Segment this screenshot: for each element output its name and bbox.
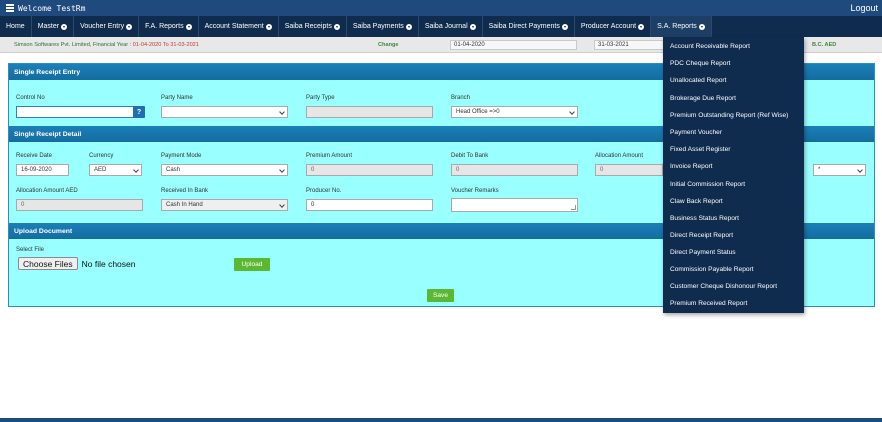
fy-from-date[interactable]: 01-04-2020 (450, 40, 577, 50)
receive-date-input[interactable]: 16-09-2020 (16, 164, 69, 176)
currency-label: Currency (89, 153, 114, 159)
upload-button[interactable]: Upload (234, 258, 270, 271)
nav-label: S.A. Reports (657, 23, 697, 30)
no-file-chosen-text: No file chosen (81, 258, 136, 269)
nav-saiba-direct-payments[interactable]: Saiba Direct Payments (483, 16, 575, 37)
nav-label: Producer Account (580, 23, 637, 30)
nav-label: Saiba Payments (352, 23, 404, 30)
top-bar: Welcome TestRm Logout (0, 0, 882, 16)
premium-amount-input[interactable]: 0 (306, 164, 433, 176)
control-no-input[interactable] (16, 106, 139, 118)
nav-sa-reports[interactable]: S.A. Reports (651, 16, 712, 37)
allocation-amount-label: Allocation Amount (595, 153, 644, 159)
file-picker: Choose Files No file chosen (18, 257, 135, 270)
producer-no-input[interactable]: 0 (306, 199, 433, 211)
chevron-down-icon (61, 23, 68, 30)
extra-select[interactable]: * (813, 164, 866, 176)
party-type-label: Party Type (306, 95, 335, 101)
nav-voucher-entry[interactable]: Voucher Entry (74, 16, 140, 37)
nav-label: Saiba Journal (424, 23, 468, 30)
main-nav: Home Master Voucher Entry F.A. Reports A… (0, 16, 882, 37)
nav-label: Home (6, 23, 25, 30)
premium-amount-label: Premium Amount (306, 153, 353, 159)
control-no-help-button[interactable]: ? (133, 106, 145, 118)
hamburger-menu-icon[interactable] (6, 4, 14, 12)
company-info: Simson Softwares Pvt. Limited, Financial… (14, 42, 199, 48)
nav-label: F.A. Reports (145, 23, 184, 30)
base-currency: B.C. AED (812, 41, 837, 48)
chevron-down-icon (638, 23, 645, 30)
currency-select[interactable]: AED (89, 164, 142, 176)
welcome-area: Welcome TestRm (6, 4, 85, 13)
menu-item-brokerage-due-report[interactable]: Brokerage Due Report (670, 95, 736, 102)
nav-label: Account Statement (204, 23, 264, 30)
fy-to-date[interactable]: 31-03-2021 (594, 40, 664, 50)
welcome-text: Welcome TestRm (18, 3, 86, 13)
logout-link[interactable]: Logout (850, 3, 878, 13)
menu-item-premium-received-report[interactable]: Premium Received Report (670, 300, 747, 307)
debit-to-bank-input[interactable]: 0 (451, 164, 578, 176)
chevron-down-icon (405, 23, 412, 30)
menu-item-claw-back-report[interactable]: Claw Back Report (670, 198, 723, 205)
menu-item-commission-payable-report[interactable]: Commission Payable Report (670, 266, 754, 273)
payment-mode-label: Payment Mode (161, 153, 202, 159)
payment-mode-select[interactable]: Cash (161, 164, 288, 176)
financial-year-range: 01-04-2020 To 31-03-2021 (132, 41, 199, 48)
change-link[interactable]: Change (378, 42, 399, 48)
branch-select[interactable]: Head Office =>0 (451, 106, 578, 118)
control-no-label: Control No (16, 95, 45, 101)
sa-reports-dropdown: Account Receivable Report PDC Cheque Rep… (663, 37, 804, 313)
menu-item-pdc-cheque-report[interactable]: PDC Cheque Report (670, 60, 730, 67)
allocation-amount-input[interactable]: 0 (595, 164, 663, 176)
menu-item-fixed-asset-register[interactable]: Fixed Asset Register (670, 146, 730, 153)
menu-item-unallocated-report[interactable]: Unallocated Report (670, 77, 726, 84)
save-button[interactable]: Save (427, 289, 454, 302)
allocation-amount-aed-input[interactable]: 0 (16, 199, 143, 211)
footer-bar (0, 418, 882, 422)
voucher-remarks-textarea[interactable] (451, 198, 578, 212)
chevron-down-icon (126, 23, 133, 30)
nav-label: Saiba Receipts (284, 23, 332, 30)
receive-date-label: Receive Date (16, 153, 53, 159)
debit-to-bank-label: Debit To Bank (451, 153, 489, 159)
chevron-down-icon (561, 23, 568, 30)
company-name: Simson Softwares Pvt. Limited, Financial… (14, 41, 133, 48)
nav-label: Saiba Direct Payments (488, 23, 560, 30)
menu-item-initial-commission-report[interactable]: Initial Commission Report (670, 181, 745, 188)
menu-item-customer-cheque-dishonour-report[interactable]: Customer Cheque Dishonour Report (670, 283, 777, 290)
menu-item-invoice-report[interactable]: Invoice Report (670, 163, 713, 170)
nav-label: Master (37, 23, 60, 30)
menu-item-business-status-report[interactable]: Business Status Report (670, 215, 739, 222)
nav-label: Voucher Entry (80, 23, 125, 30)
party-name-label: Party Name (161, 95, 193, 101)
voucher-remarks-label: Voucher Remarks (451, 188, 499, 194)
producer-no-label: Producer No. (306, 188, 342, 194)
menu-item-account-receivable-report[interactable]: Account Receivable Report (670, 43, 750, 50)
received-in-bank-label: Received In Bank (161, 188, 209, 194)
menu-item-direct-payment-status[interactable]: Direct Payment Status (670, 249, 736, 256)
nav-saiba-journal[interactable]: Saiba Journal (419, 16, 483, 37)
received-in-bank-select[interactable]: Cash In Hand (161, 199, 288, 211)
chevron-down-icon (333, 23, 340, 30)
allocation-amount-aed-label: Allocation Amount AED (16, 188, 78, 194)
nav-producer-account[interactable]: Producer Account (575, 16, 652, 37)
chevron-down-icon (265, 23, 272, 30)
chevron-down-icon (469, 23, 476, 30)
nav-master[interactable]: Master (32, 16, 75, 37)
chevron-down-icon (698, 23, 705, 30)
choose-files-button[interactable]: Choose Files (18, 257, 78, 270)
select-file-label: Select File (16, 247, 45, 253)
nav-saiba-receipts[interactable]: Saiba Receipts (279, 16, 347, 37)
chevron-down-icon (185, 23, 192, 30)
menu-item-payment-voucher[interactable]: Payment Voucher (670, 129, 722, 136)
menu-item-direct-receipt-report[interactable]: Direct Receipt Report (670, 232, 733, 239)
menu-item-premium-outstanding-report[interactable]: Premium Outstanding Report (Ref Wise) (670, 112, 788, 119)
party-type-input[interactable] (306, 106, 433, 118)
party-name-select[interactable] (161, 106, 288, 118)
branch-label: Branch (451, 95, 471, 101)
nav-fa-reports[interactable]: F.A. Reports (139, 16, 199, 37)
nav-home[interactable]: Home (0, 16, 32, 37)
nav-saiba-payments[interactable]: Saiba Payments (347, 16, 419, 37)
nav-account-statement[interactable]: Account Statement (199, 16, 279, 37)
